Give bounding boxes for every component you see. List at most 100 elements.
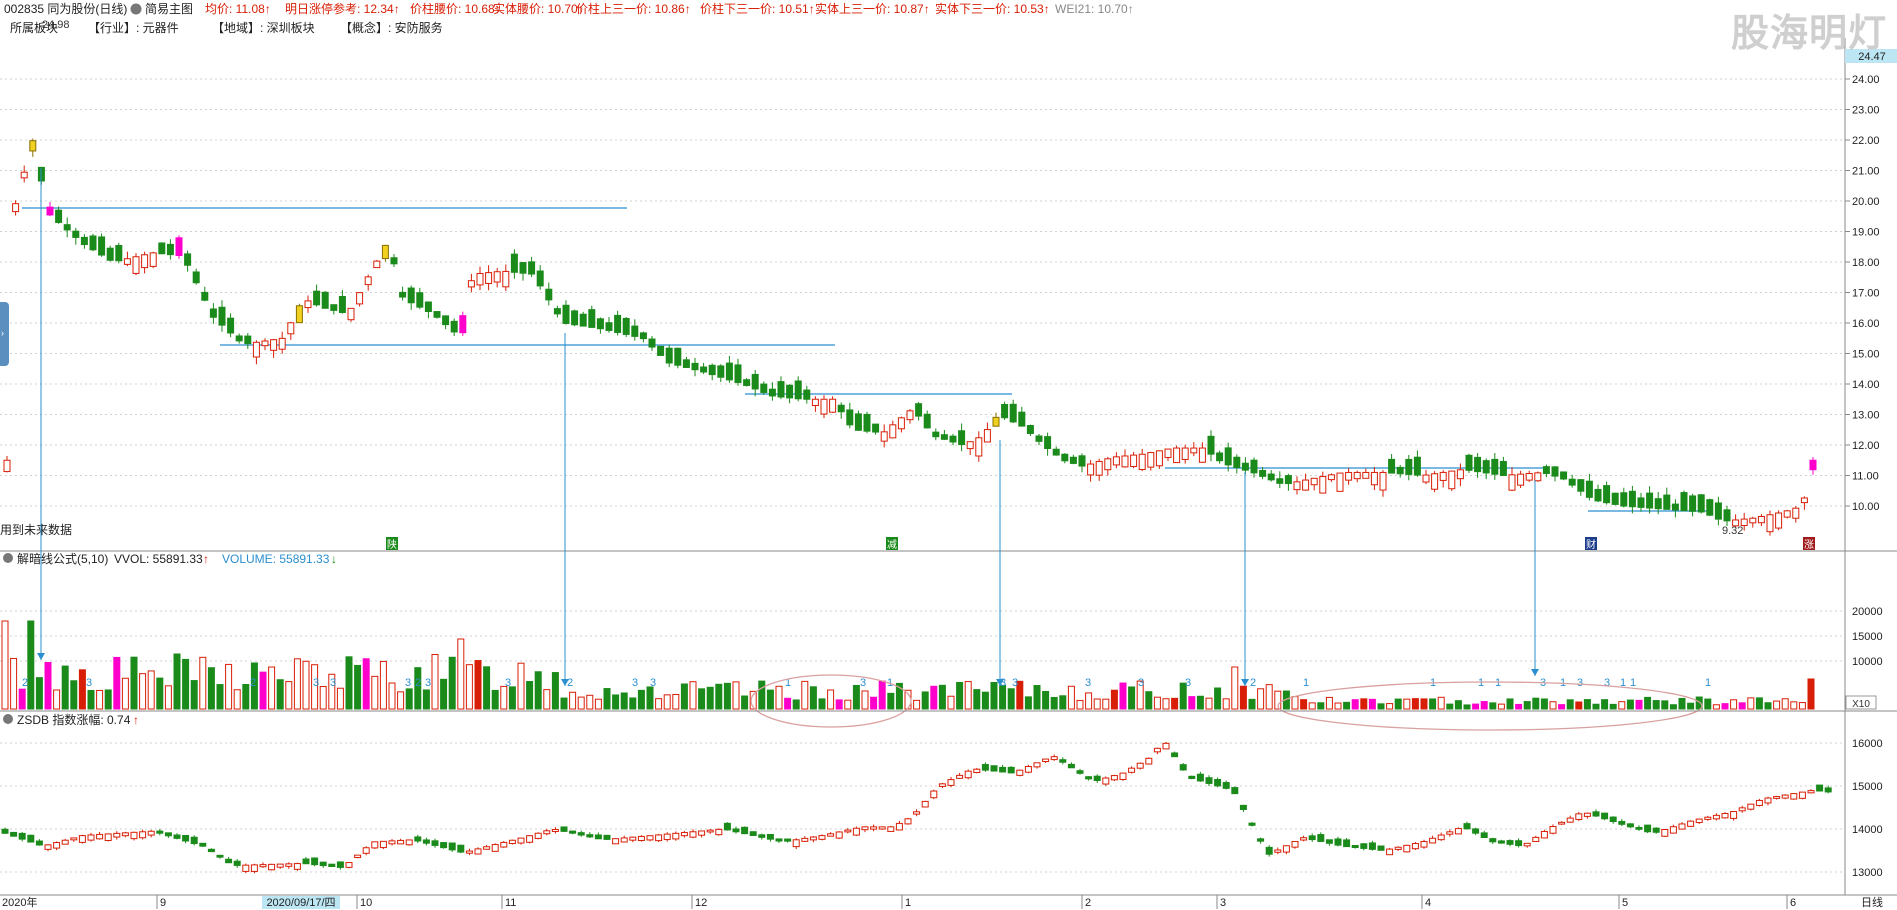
volume-bar	[1188, 696, 1196, 710]
index-candle-body	[1136, 762, 1144, 769]
candle-body	[1130, 454, 1138, 467]
candle-body	[1448, 470, 1456, 490]
index-candle-body	[233, 860, 241, 866]
index-candle-body	[1248, 822, 1256, 826]
index-panel[interactable]: ZSDB 指数涨幅: 0.74 ↑ 16000 15000 14000 13000	[0, 710, 1897, 879]
candle-body	[889, 424, 897, 439]
volume-bar	[405, 688, 413, 710]
template-dropdown-icon[interactable]	[130, 3, 142, 15]
index-candle-body	[844, 829, 852, 833]
volume-bar	[1798, 702, 1806, 710]
period-label[interactable]: 日线	[1861, 895, 1883, 909]
candle-body	[1766, 514, 1774, 533]
candle-body	[1112, 456, 1120, 466]
candle-body	[1551, 466, 1559, 477]
index-candle-body	[1816, 784, 1824, 792]
candle-body	[55, 209, 63, 223]
index-dropdown-icon[interactable]	[3, 714, 13, 724]
volume-bar	[784, 697, 792, 710]
industry-label[interactable]: 【行业】: 元器件	[88, 21, 179, 35]
template-name[interactable]: 简易主图	[145, 2, 193, 16]
volume-bar	[1721, 703, 1729, 710]
volume-bar	[199, 656, 207, 710]
candle-body	[132, 256, 140, 274]
stock-title[interactable]: 002835 同为股份(日线)	[4, 2, 127, 16]
index-candle-body	[104, 833, 112, 842]
index-candle-body	[311, 857, 319, 866]
volume-bar	[216, 684, 224, 710]
index-candle-body	[612, 838, 620, 845]
candle-body	[1216, 452, 1224, 462]
candle-body	[158, 242, 166, 255]
volume-bar	[259, 671, 267, 710]
candle-body	[485, 272, 493, 284]
volume-bar	[1265, 684, 1273, 710]
index-candle-body	[1549, 826, 1557, 834]
candle-body	[46, 206, 54, 216]
volume-bar	[741, 695, 749, 710]
main-price-panel[interactable]: 24.00 23.00 22.00 21.00 20.00 19.00 18.00 17.00…	[0, 38, 1897, 895]
volume-bar	[1712, 704, 1720, 710]
candle-body	[235, 335, 243, 342]
volume-bar	[1300, 699, 1308, 710]
index-candle-body	[766, 833, 774, 840]
index-candle-body	[1110, 775, 1118, 781]
candle-body	[1379, 471, 1387, 491]
index-candle-body	[1085, 776, 1093, 780]
time-axis[interactable]: 2020年 9 10 11 12 1 2 3 4 5 6 2020/09/17/四 日线	[0, 894, 1897, 909]
index-candle-body	[1515, 840, 1523, 847]
candle-body	[665, 347, 673, 364]
index-candle-body	[1334, 838, 1342, 846]
volume-bar	[1239, 685, 1247, 710]
volume-bar	[938, 684, 946, 710]
index-candle-body	[61, 839, 69, 845]
volume-bar	[1773, 700, 1781, 710]
volume-bar	[612, 694, 620, 710]
volume-bar	[870, 696, 878, 710]
volume-bar	[947, 695, 955, 710]
future-data-note: 用到未来数据	[0, 522, 72, 537]
volume-formula-title[interactable]: 解暗线公式(5,10)	[17, 551, 108, 566]
index-candle-body	[1798, 791, 1806, 799]
volume-bar	[276, 679, 284, 710]
sidebar-toggle-button[interactable]: ›	[0, 302, 9, 366]
region-label[interactable]: 【地域】: 深圳板块	[212, 21, 315, 35]
volume-formula-dropdown-icon[interactable]	[3, 553, 13, 563]
index-candle-body	[130, 831, 138, 840]
index-candle-body	[147, 830, 155, 836]
candle-body	[1327, 474, 1335, 481]
candle-body	[424, 301, 432, 313]
index-candle-body	[1497, 840, 1505, 844]
index-candle-body	[474, 848, 482, 855]
candle-body	[983, 429, 991, 443]
volume-bar	[655, 698, 663, 710]
index-candle-body	[741, 826, 749, 835]
index-candle-body	[680, 832, 688, 837]
index-candle-body	[629, 836, 637, 841]
volume-bar	[242, 684, 250, 710]
volume-bar	[1110, 689, 1118, 710]
volume-bar	[551, 672, 559, 710]
volume-bar	[1781, 698, 1789, 710]
volume-bar	[388, 682, 396, 710]
index-title[interactable]: ZSDB 指数涨幅: 0.74	[17, 712, 131, 727]
chart-canvas[interactable]: 002835 同为股份(日线) 简易主图 均价: 11.08↑ 明日涨停参考: 1…	[0, 0, 1897, 910]
candle-body	[1757, 515, 1765, 524]
candle-body	[347, 307, 355, 321]
volume-bar	[182, 658, 190, 710]
index-candle-body	[1807, 790, 1815, 794]
candle-body	[760, 383, 768, 393]
volume-bar	[147, 670, 155, 710]
index-candle-body	[1050, 756, 1058, 761]
candle-body	[1560, 471, 1568, 480]
volume-bar	[345, 656, 353, 710]
index-candle-body	[1386, 848, 1394, 856]
candle-body	[304, 300, 312, 309]
candle-body	[313, 290, 321, 306]
volume-bar	[302, 660, 310, 710]
volume-panel[interactable]: 解暗线公式(5,10) VVOL: 55891.33 ↑ VOLUME: 558…	[0, 550, 1897, 731]
volume-bar	[723, 682, 731, 710]
indicator-2: 价柱腰价: 10.68↑	[410, 1, 501, 16]
index-candle-body	[1360, 843, 1368, 849]
concept-label[interactable]: 【概念】: 安防服务	[340, 20, 443, 35]
